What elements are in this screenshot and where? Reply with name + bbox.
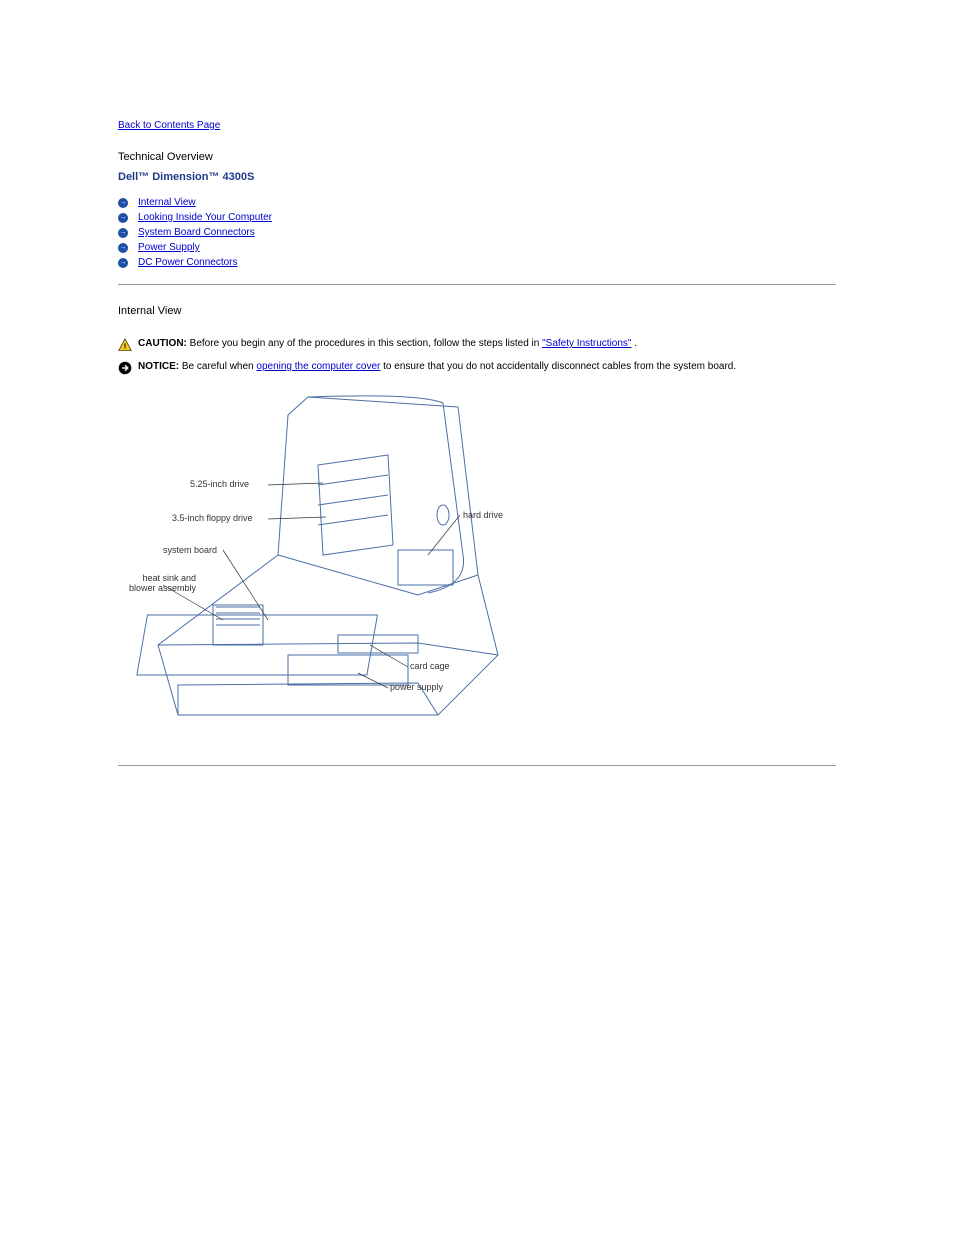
caution-text: CAUTION: Before you begin any of the pro… [138, 337, 637, 351]
caution-text-after: . [634, 338, 637, 349]
caution-icon: ! [118, 338, 132, 352]
svg-text:!: ! [124, 342, 127, 351]
toc-link-power-supply[interactable]: Power Supply [138, 242, 200, 253]
arrow-bullet-icon [118, 198, 128, 208]
toc-item: Power Supply [118, 242, 836, 253]
caution-label: CAUTION: [138, 338, 187, 349]
label-525-drive: 5.25-inch drive [190, 479, 249, 489]
opening-cover-link[interactable]: opening the computer cover [256, 361, 380, 372]
notice-block: NOTICE: Be careful when opening the comp… [118, 360, 836, 375]
notice-text-after: to ensure that you do not accidentally d… [383, 361, 736, 372]
toc-item: DC Power Connectors [118, 257, 836, 268]
label-hard-drive: hard drive [463, 510, 503, 520]
arrow-bullet-icon [118, 258, 128, 268]
arrow-bullet-icon [118, 213, 128, 223]
product-subtitle: Dell™ Dimension™ 4300S [118, 171, 836, 183]
caution-text-before: Before you begin any of the procedures i… [190, 338, 542, 349]
label-power-supply: power supply [390, 682, 443, 692]
section-title: Internal View [118, 305, 836, 317]
label-heat-sink: heat sink and blower assembly [116, 573, 196, 593]
label-floppy-drive: 3.5-inch floppy drive [172, 513, 253, 523]
notice-label: NOTICE: [138, 361, 179, 372]
computer-internal-svg [118, 385, 618, 745]
divider [118, 284, 836, 285]
notice-icon [118, 361, 132, 375]
toc-item: Looking Inside Your Computer [118, 212, 836, 223]
arrow-bullet-icon [118, 228, 128, 238]
toc-link-internal-view[interactable]: Internal View [138, 197, 196, 208]
label-card-cage: card cage [410, 661, 450, 671]
arrow-bullet-icon [118, 243, 128, 253]
internal-view-diagram: 5.25-inch drive 3.5-inch floppy drive sy… [118, 385, 836, 745]
toc-link-looking-inside[interactable]: Looking Inside Your Computer [138, 212, 272, 223]
safety-instructions-link[interactable]: "Safety Instructions" [542, 338, 631, 349]
back-to-contents-link[interactable]: Back to Contents Page [118, 120, 220, 131]
page-title: Technical Overview [118, 151, 836, 163]
notice-text: NOTICE: Be careful when opening the comp… [138, 360, 736, 374]
toc-item: System Board Connectors [118, 227, 836, 238]
notice-text-before: Be careful when [182, 361, 257, 372]
toc-item: Internal View [118, 197, 836, 208]
caution-notice: ! CAUTION: Before you begin any of the p… [118, 337, 836, 352]
toc-link-dc-power[interactable]: DC Power Connectors [138, 257, 237, 268]
divider [118, 765, 836, 766]
toc-link-system-board[interactable]: System Board Connectors [138, 227, 255, 238]
label-system-board: system board [163, 545, 217, 555]
table-of-contents: Internal View Looking Inside Your Comput… [118, 197, 836, 268]
